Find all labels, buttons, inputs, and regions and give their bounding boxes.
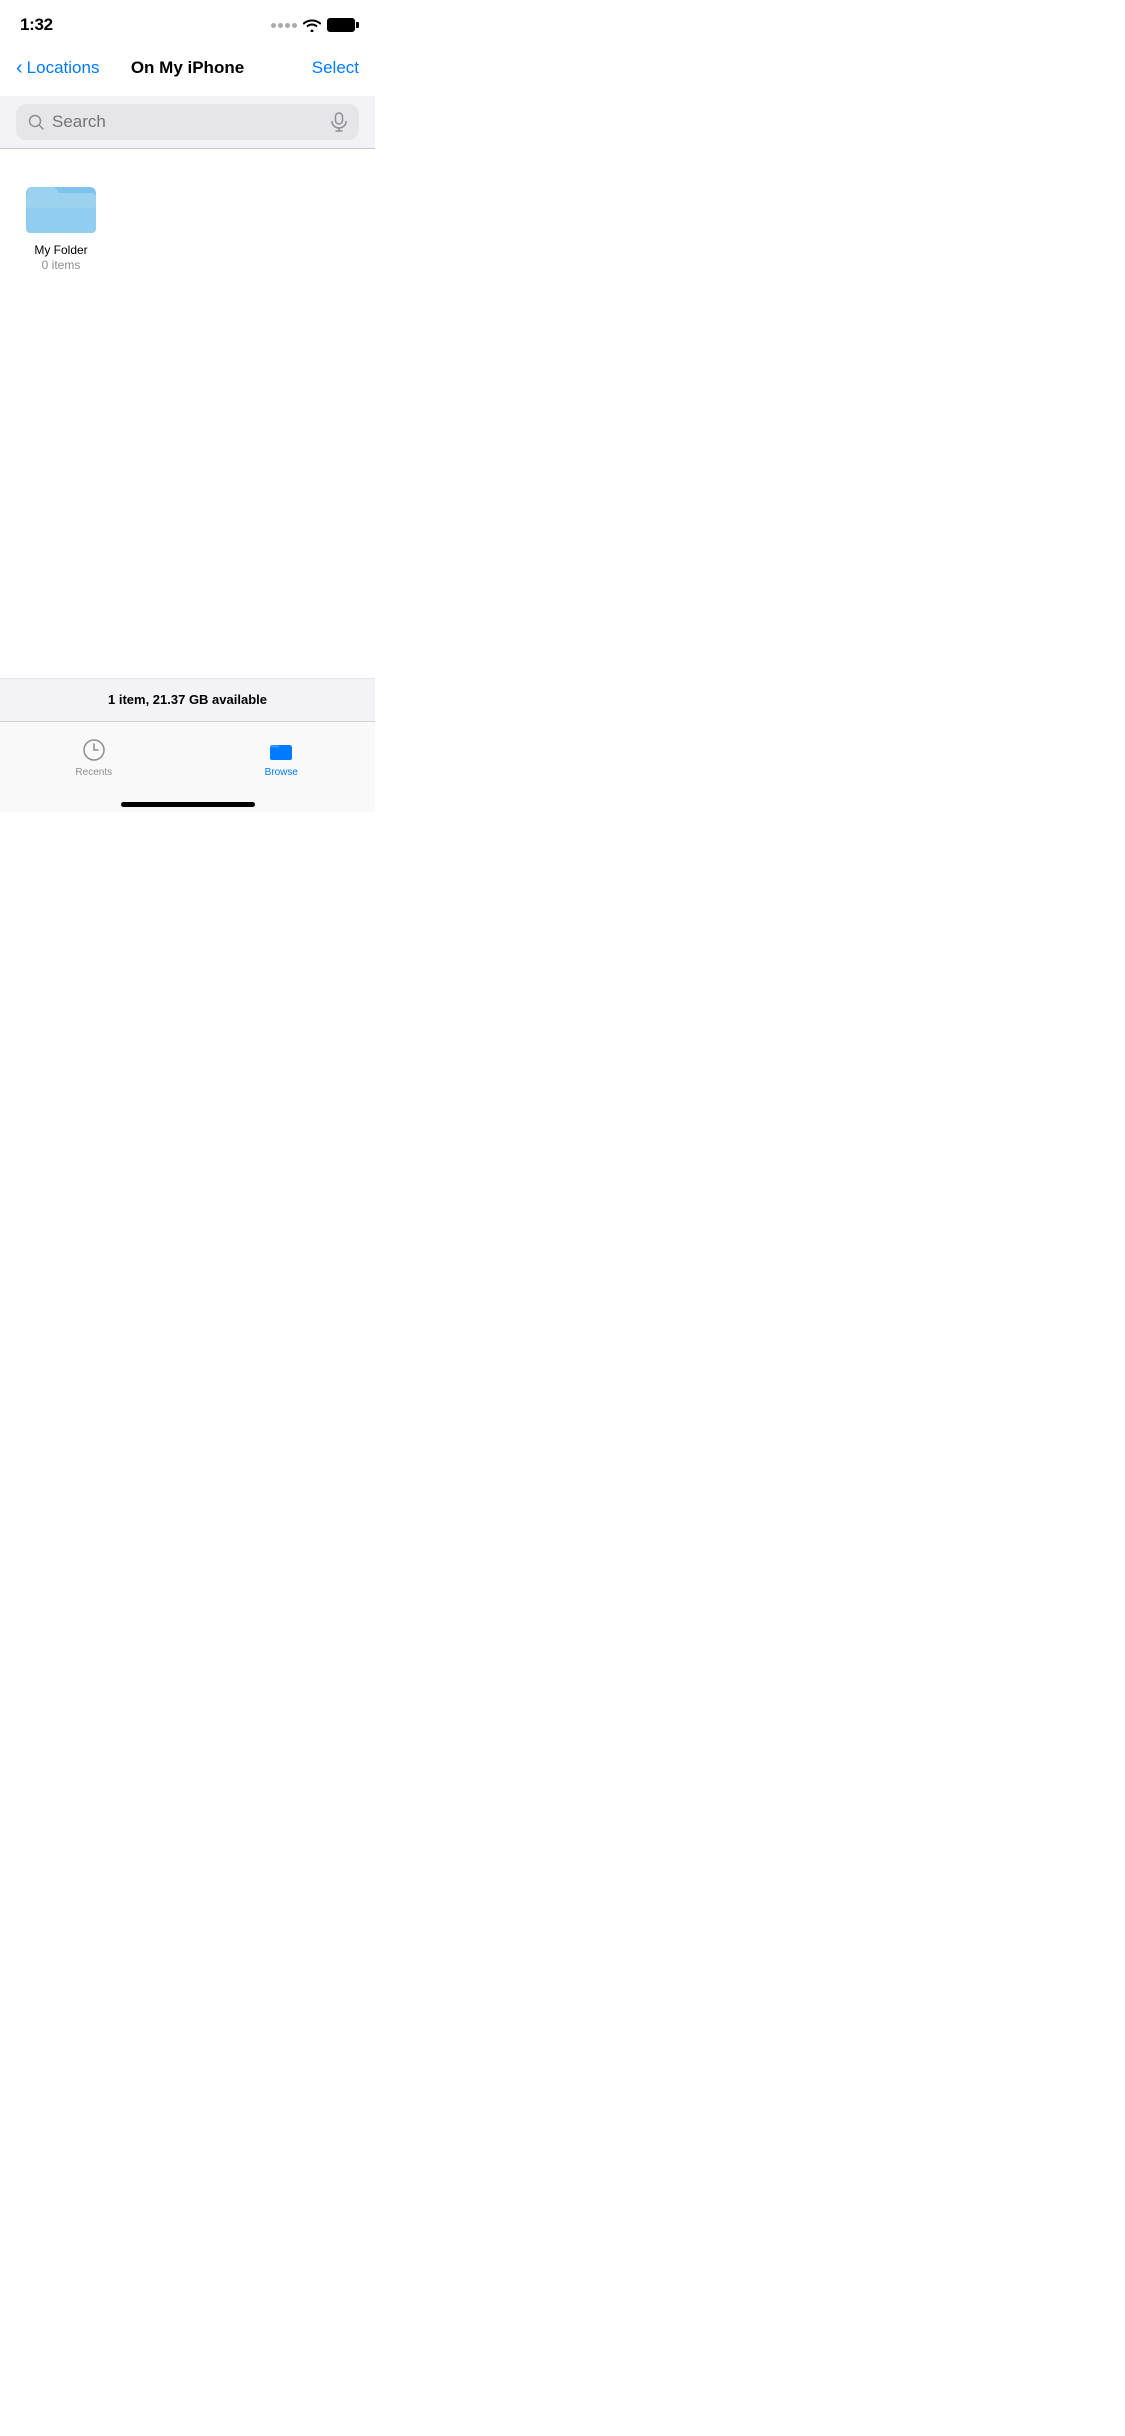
folder-item[interactable]: My Folder 0 items <box>16 165 106 280</box>
recents-icon <box>81 737 107 763</box>
footer-status: 1 item, 21.37 GB available <box>0 678 375 721</box>
status-bar: 1:32 <box>0 0 375 44</box>
browse-label: Browse <box>265 767 298 778</box>
microphone-icon <box>331 112 347 132</box>
storage-status: 1 item, 21.37 GB available <box>108 692 267 707</box>
navigation-bar: ‹ Locations On My iPhone Select <box>0 44 375 96</box>
home-indicator <box>0 804 375 812</box>
tab-bar: Recents Browse <box>0 721 375 804</box>
signal-icon <box>271 23 297 28</box>
content-area: My Folder 0 items <box>0 149 375 678</box>
status-icons <box>271 18 355 32</box>
folder-count: 0 items <box>42 258 81 272</box>
wifi-icon <box>303 18 321 32</box>
select-button[interactable]: Select <box>269 58 359 78</box>
folder-grid: My Folder 0 items <box>16 165 359 280</box>
browse-icon <box>268 737 294 763</box>
back-button[interactable]: ‹ Locations <box>16 58 106 78</box>
search-bar[interactable] <box>16 104 359 140</box>
search-input[interactable] <box>52 112 323 132</box>
folder-name: My Folder <box>34 243 87 257</box>
status-time: 1:32 <box>20 15 53 35</box>
search-icon <box>28 114 44 130</box>
folder-icon <box>24 173 98 237</box>
chevron-left-icon: ‹ <box>16 58 23 78</box>
back-label: Locations <box>27 58 100 78</box>
battery-icon <box>327 18 355 32</box>
tab-browse[interactable]: Browse <box>188 730 376 784</box>
page-title: On My iPhone <box>106 58 269 78</box>
home-bar <box>121 802 255 807</box>
tab-recents[interactable]: Recents <box>0 730 188 784</box>
search-container <box>0 96 375 148</box>
recents-label: Recents <box>75 767 112 778</box>
